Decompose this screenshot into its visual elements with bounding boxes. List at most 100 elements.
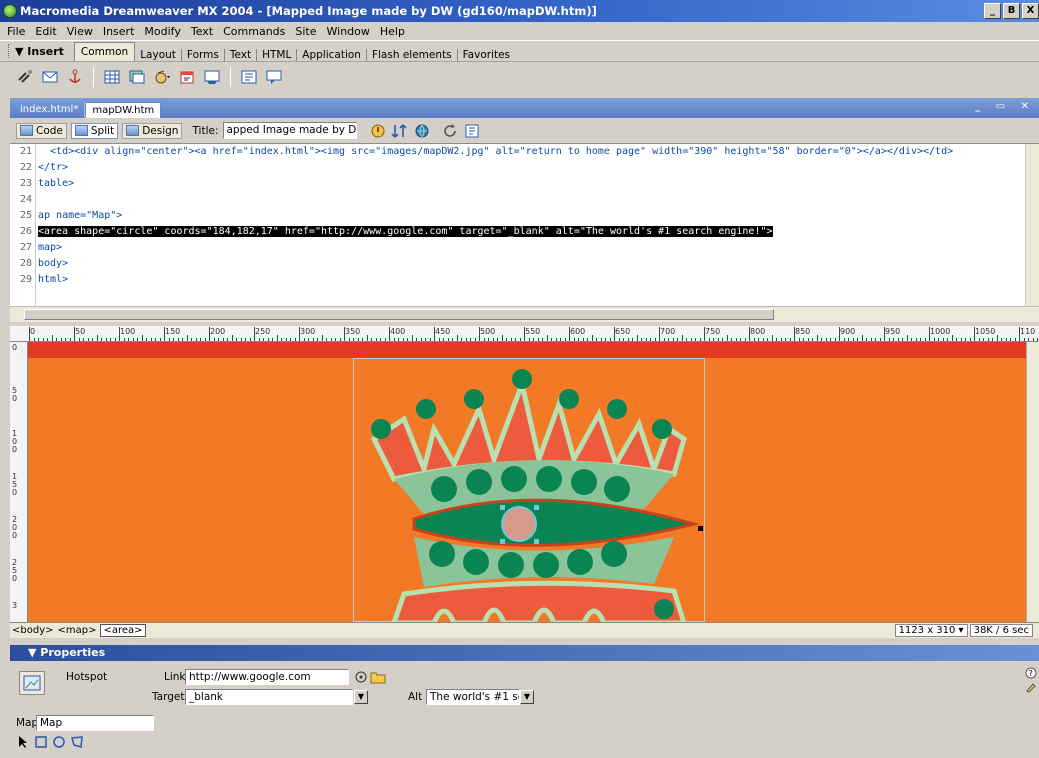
ruler-tick-label: 550 bbox=[525, 327, 541, 336]
point-to-file-icon[interactable] bbox=[354, 670, 368, 684]
title-input[interactable]: apped Image made by DW bbox=[222, 122, 357, 139]
code-line-25[interactable]: 25 ap name="Map"> bbox=[10, 208, 1025, 223]
hotspot-handle[interactable] bbox=[534, 505, 539, 510]
menu-help[interactable]: Help bbox=[375, 25, 410, 38]
ruler-tick-label: 950 bbox=[885, 327, 901, 336]
ruler-tick-mark bbox=[474, 338, 476, 341]
named-anchor-icon[interactable] bbox=[66, 68, 84, 86]
images-icon[interactable] bbox=[153, 68, 171, 86]
ruler-tick-label: 700 bbox=[660, 327, 676, 336]
templates-icon[interactable] bbox=[265, 68, 283, 86]
design-view[interactable] bbox=[28, 342, 1026, 622]
ruler-tick-mark bbox=[515, 338, 516, 341]
tag-body[interactable]: <body> bbox=[12, 625, 54, 636]
help-icon[interactable]: ? bbox=[1025, 667, 1037, 679]
minimize-button[interactable]: _ bbox=[984, 3, 1001, 19]
table-icon[interactable] bbox=[103, 68, 121, 86]
comment-icon[interactable] bbox=[240, 68, 258, 86]
file-management-icon[interactable] bbox=[390, 122, 409, 140]
resize-handle[interactable] bbox=[698, 526, 703, 531]
menu-modify[interactable]: Modify bbox=[139, 25, 185, 38]
code-line-21[interactable]: 21 <td><div align="center"><a href="inde… bbox=[10, 144, 1025, 159]
insert-tab-application[interactable]: Application bbox=[297, 49, 367, 61]
menu-window[interactable]: Window bbox=[322, 25, 375, 38]
code-line-22[interactable]: 22 </tr> bbox=[10, 160, 1025, 175]
restore-button[interactable]: B bbox=[1003, 3, 1020, 19]
code-vertical-scrollbar[interactable] bbox=[1025, 144, 1039, 306]
ruler-tick-mark bbox=[398, 338, 399, 341]
hyperlink-icon[interactable] bbox=[16, 68, 34, 86]
document-window-controls[interactable]: _ ▭ ✕ bbox=[975, 101, 1035, 112]
menu-view[interactable]: View bbox=[62, 25, 98, 38]
close-button[interactable]: X bbox=[1022, 3, 1039, 19]
code-view[interactable]: 21 <td><div align="center"><a href="inde… bbox=[10, 144, 1029, 306]
menu-text[interactable]: Text bbox=[186, 25, 218, 38]
link-input[interactable]: http://www.google.com bbox=[185, 669, 349, 685]
no-browser-check-errors-icon[interactable] bbox=[369, 122, 387, 140]
doc-tab-mapdw[interactable]: mapDW.htm bbox=[85, 102, 162, 118]
design-vertical-scrollbar[interactable] bbox=[1026, 342, 1039, 622]
code-line-28[interactable]: 28 body> bbox=[10, 256, 1025, 271]
map-name-input[interactable]: Map bbox=[36, 715, 154, 731]
scroll-thumb[interactable] bbox=[24, 309, 774, 320]
code-line-23[interactable]: 23 table> bbox=[10, 176, 1025, 191]
panel-grip[interactable] bbox=[8, 44, 11, 58]
target-dropdown[interactable]: _blank bbox=[185, 689, 353, 705]
code-line-26[interactable]: 26 <area shape="circle" coords="184,182,1… bbox=[10, 224, 1025, 239]
oval-hotspot-tool-icon[interactable] bbox=[52, 735, 66, 749]
email-link-icon[interactable] bbox=[41, 68, 59, 86]
layer-icon[interactable] bbox=[128, 68, 146, 86]
insert-tab-flash-elements[interactable]: Flash elements bbox=[367, 49, 458, 61]
doc-tab-index[interactable]: index.html* bbox=[14, 102, 86, 118]
quick-tag-editor-icon[interactable] bbox=[1025, 681, 1037, 693]
code-line-24[interactable]: 24 bbox=[10, 192, 1025, 207]
menu-edit[interactable]: Edit bbox=[30, 25, 61, 38]
refresh-design-view-icon[interactable] bbox=[441, 122, 459, 140]
media-icon[interactable] bbox=[178, 68, 196, 86]
alt-dropdown-arrow[interactable]: ▼ bbox=[520, 690, 534, 704]
properties-header[interactable]: ▼ Properties bbox=[10, 645, 1039, 661]
image-map[interactable] bbox=[353, 358, 705, 622]
browse-folder-icon[interactable] bbox=[370, 670, 386, 684]
tag-area[interactable]: <area> bbox=[100, 624, 146, 637]
hotspot-handle[interactable] bbox=[534, 539, 539, 544]
ruler-tick-mark bbox=[537, 338, 539, 341]
insert-panel-label[interactable]: ▼ Insert bbox=[15, 45, 64, 58]
code-line-29[interactable]: 29 html> bbox=[10, 272, 1025, 287]
ruler-tick-mark bbox=[753, 338, 755, 341]
ruler-tick-mark bbox=[771, 335, 773, 341]
insert-tab-text[interactable]: Text bbox=[225, 49, 258, 61]
insert-tab-common[interactable]: Common bbox=[73, 42, 136, 61]
insert-tab-html[interactable]: HTML bbox=[257, 49, 298, 61]
ruler-tick-mark bbox=[150, 338, 152, 341]
menu-site[interactable]: Site bbox=[290, 25, 321, 38]
view-options-icon[interactable] bbox=[463, 122, 481, 140]
alt-input[interactable]: The world's #1 sear bbox=[426, 689, 520, 705]
date-icon[interactable] bbox=[203, 68, 221, 86]
selected-code[interactable]: <area shape="circle" coords="184,182,17"… bbox=[38, 226, 773, 237]
window-size-selector[interactable]: 1123 x 310 ▾ bbox=[894, 624, 968, 637]
menu-commands[interactable]: Commands bbox=[218, 25, 290, 38]
design-view-button[interactable]: Design bbox=[122, 122, 183, 139]
code-view-button[interactable]: Code bbox=[16, 122, 67, 139]
ruler-tick-mark bbox=[636, 335, 638, 341]
rectangle-hotspot-tool-icon[interactable] bbox=[34, 735, 48, 749]
split-view-button[interactable]: Split bbox=[70, 122, 119, 139]
menu-file[interactable]: File bbox=[2, 25, 30, 38]
polygon-hotspot-tool-icon[interactable] bbox=[70, 735, 84, 749]
document-toolbar: Code Split Design Title: apped Image mad… bbox=[10, 118, 1039, 144]
menu-insert[interactable]: Insert bbox=[98, 25, 140, 38]
insert-tab-favorites[interactable]: Favorites bbox=[458, 49, 515, 61]
code-horizontal-scrollbar[interactable] bbox=[10, 306, 1039, 322]
hotspot-circle[interactable] bbox=[501, 506, 537, 542]
insert-tab-layout[interactable]: Layout bbox=[135, 49, 182, 61]
preview-in-browser-icon[interactable] bbox=[413, 122, 431, 140]
pointer-hotspot-tool-icon[interactable] bbox=[16, 735, 30, 749]
target-dropdown-arrow[interactable]: ▼ bbox=[354, 690, 368, 704]
hotspot-handle[interactable] bbox=[500, 539, 505, 544]
code-line-27[interactable]: 27 map> bbox=[10, 240, 1025, 255]
tag-map[interactable]: <map> bbox=[58, 625, 97, 636]
hotspot-handle[interactable] bbox=[500, 505, 505, 510]
insert-tab-forms[interactable]: Forms bbox=[182, 49, 225, 61]
crown-dot bbox=[416, 399, 436, 419]
